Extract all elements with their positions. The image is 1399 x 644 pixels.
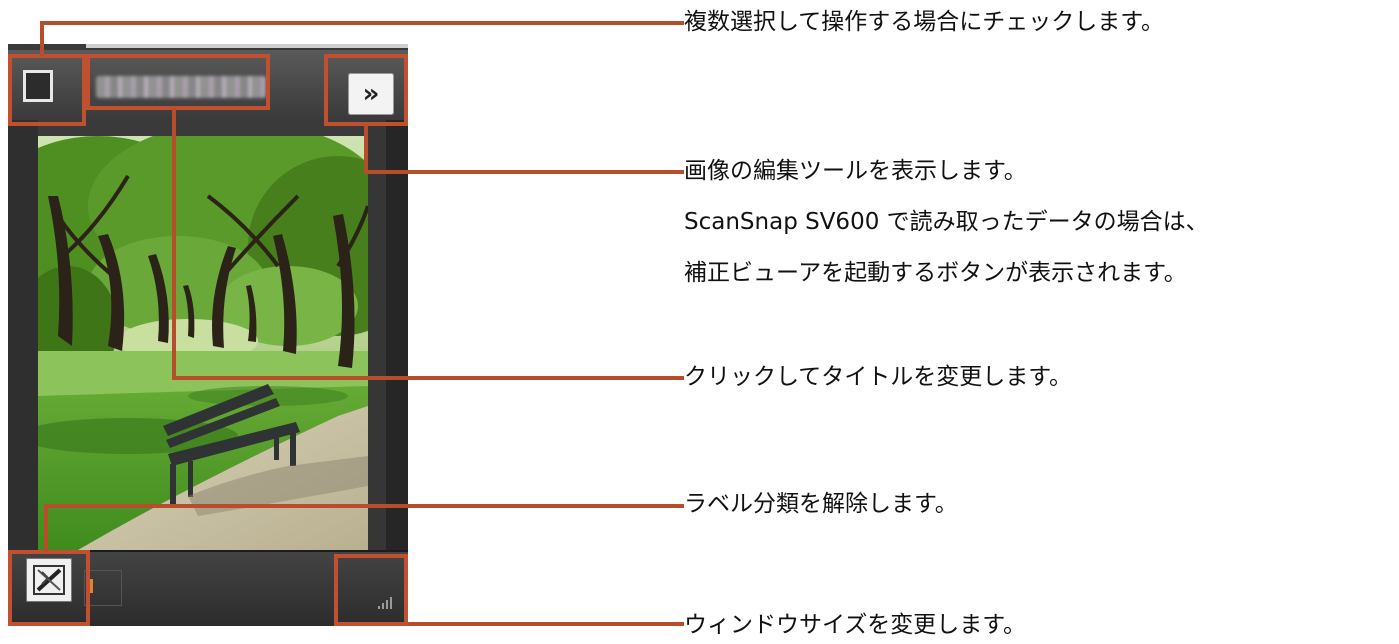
card-right-border xyxy=(368,120,408,550)
callout-edit-tools-line3: 補正ビューアを起動するボタンが表示されます。 xyxy=(684,260,1187,286)
document-card: » xyxy=(8,44,408,626)
edit-button-highlight xyxy=(324,54,408,126)
callout-checkbox: 複数選択して操作する場合にチェックします。 xyxy=(684,9,1165,35)
card-left-border xyxy=(8,120,38,550)
document-thumbnail[interactable] xyxy=(38,136,368,550)
callout-edit-tools-line1: 画像の編集ツールを表示します。 xyxy=(684,158,1027,184)
callout-edit-tools-line2: ScanSnap SV600 で読み取ったデータの場合は、 xyxy=(684,209,1209,235)
card-top-edge xyxy=(86,44,408,48)
leader-line-label xyxy=(44,508,48,552)
leader-line-title xyxy=(172,108,176,380)
leader-line-label-h xyxy=(44,504,684,508)
park-photo-image xyxy=(38,136,368,550)
checkbox-highlight xyxy=(8,54,86,126)
callout-label: ラベル分類を解除します。 xyxy=(684,491,958,517)
leader-line-title-h xyxy=(172,376,684,380)
leader-line-edit xyxy=(364,124,368,174)
callout-title: クリックしてタイトルを変更します。 xyxy=(684,364,1073,390)
resizer-highlight xyxy=(334,554,408,626)
callout-resize: ウィンドウサイズを変更します。 xyxy=(684,612,1027,638)
leader-line-edit-h xyxy=(364,170,684,174)
leader-line-resize-h xyxy=(408,622,684,626)
title-highlight xyxy=(86,54,270,110)
label-icon-highlight xyxy=(8,550,90,626)
leader-line-checkbox xyxy=(40,22,44,56)
leader-line-checkbox-h xyxy=(40,21,684,25)
